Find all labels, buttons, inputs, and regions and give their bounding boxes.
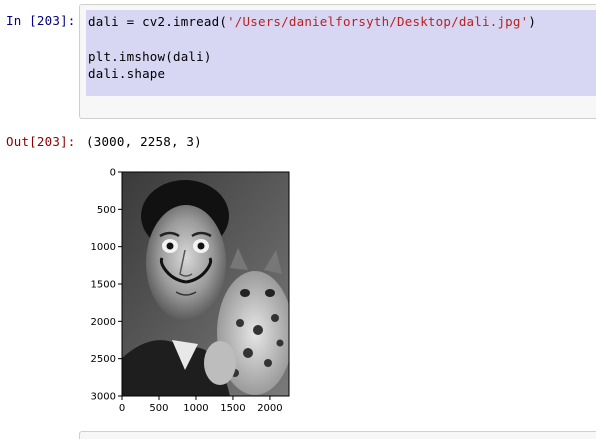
y-tick-label: 1500 — [91, 280, 116, 291]
next-input-cell[interactable] — [79, 431, 596, 439]
plot-svg: 0 500 1000 1500 2000 2500 3000 0 500 1000 1500 200… — [91, 168, 290, 414]
portrait-image — [122, 172, 289, 396]
code-text: ) — [528, 14, 537, 29]
code-input-cell[interactable]: dali = cv2.imread('/Users/danielforsyth/… — [79, 4, 596, 119]
y-tick-label: 1000 — [91, 242, 116, 253]
imshow-plot: 0 500 1000 1500 2000 2500 3000 0 500 1000 1500 200… — [80, 158, 310, 414]
y-tick-label: 3000 — [91, 392, 116, 403]
code-line-shape: dali.shape — [88, 66, 166, 81]
y-tick-label: 0 — [110, 168, 116, 179]
string-literal: '/Users/danielforsyth/Desktop/dali.jpg' — [227, 14, 529, 29]
output-value: (3000, 2258, 3) — [86, 134, 202, 149]
y-tick-label: 2500 — [91, 354, 116, 365]
x-tick-label: 2000 — [257, 403, 282, 414]
y-axis: 0 500 1000 1500 2000 2500 3000 — [91, 168, 122, 403]
x-tick-label: 500 — [149, 403, 168, 414]
code-line-imread: dali = cv2.imread('/Users/danielforsyth/… — [88, 14, 536, 29]
code-line-imshow: plt.imshow(dali) — [88, 49, 212, 64]
code-editor[interactable]: dali = cv2.imread('/Users/danielforsyth/… — [86, 10, 596, 96]
y-tick-label: 2000 — [91, 317, 116, 328]
input-prompt: In [203]: — [6, 13, 76, 28]
y-tick-label: 500 — [97, 205, 116, 216]
code-text: dali = cv2.imread( — [88, 14, 228, 29]
x-axis: 0 500 1000 1500 2000 — [119, 396, 283, 414]
notebook-page: In [203]: dali = cv2.imread('/Users/dani… — [0, 0, 596, 439]
x-tick-label: 0 — [119, 403, 125, 414]
output-prompt: Out[203]: — [6, 134, 76, 149]
x-tick-label: 1000 — [183, 403, 208, 414]
x-tick-label: 1500 — [220, 403, 245, 414]
